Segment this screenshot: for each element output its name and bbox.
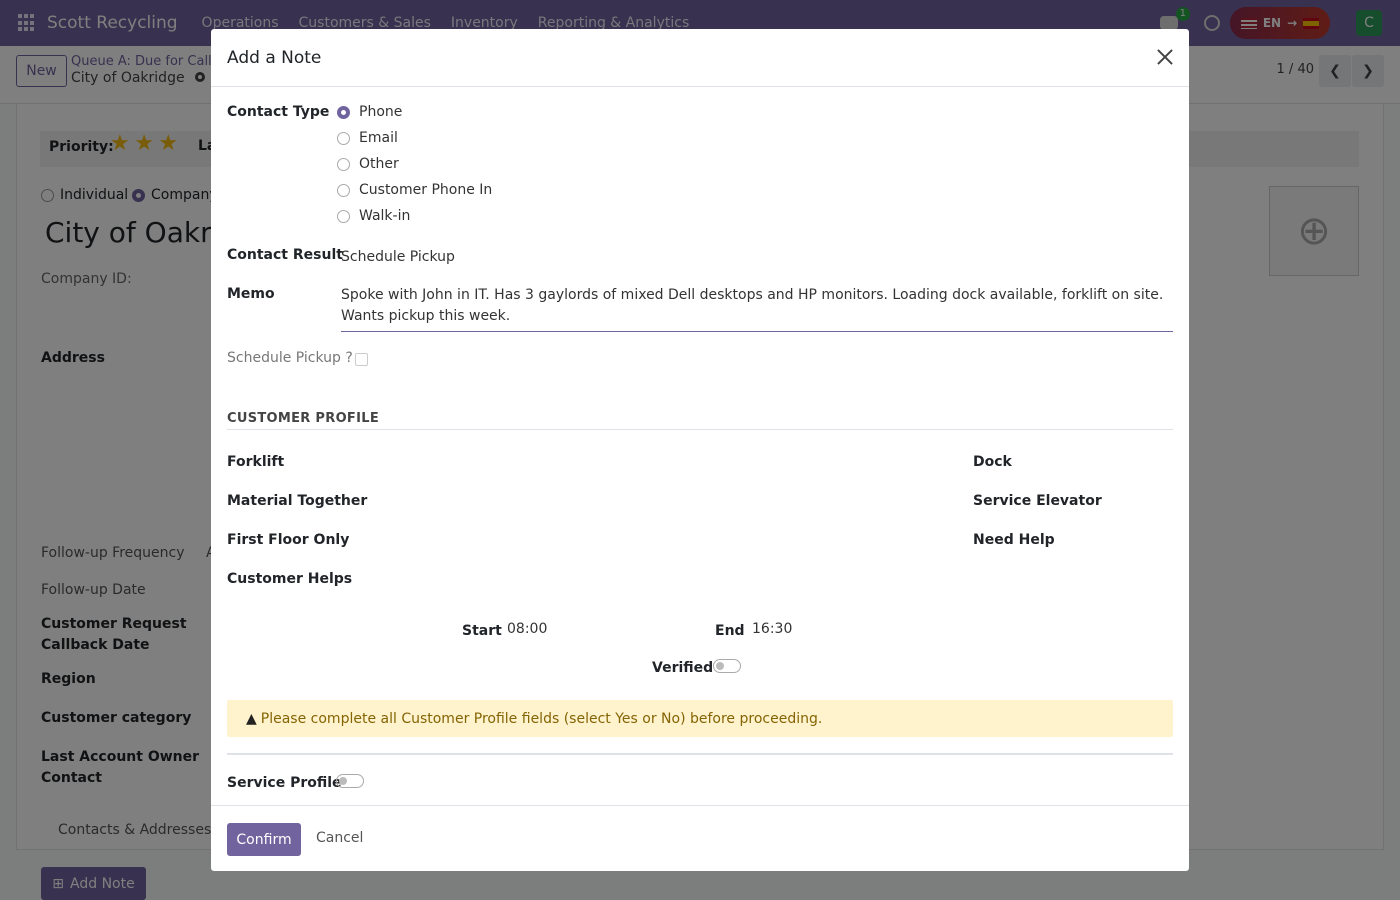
contact-result-field[interactable]: Schedule Pickup — [341, 249, 455, 265]
divider — [227, 753, 1173, 755]
need-help-label: Need Help — [973, 532, 1055, 548]
contact-result-label: Contact Result — [227, 247, 343, 263]
customer-profile-title: CUSTOMER PROFILE — [227, 411, 380, 426]
radio-customer-phone-in-label: Customer Phone In — [359, 182, 493, 198]
confirm-button[interactable]: Confirm — [227, 823, 301, 856]
modal-header: Add a Note — [211, 29, 1189, 87]
service-profile-label: Service Profile — [227, 775, 342, 791]
radio-phone-label: Phone — [359, 104, 403, 120]
schedule-pickup-label: Schedule Pickup ? — [227, 350, 353, 366]
schedule-pickup-checkbox[interactable] — [355, 353, 368, 366]
dock-label: Dock — [973, 454, 1012, 470]
verified-toggle[interactable] — [713, 659, 741, 673]
first-floor-only-label: First Floor Only — [227, 532, 350, 548]
service-profile-toggle[interactable] — [336, 774, 364, 788]
radio-walk-in-label: Walk-in — [359, 208, 411, 224]
verified-label: Verified — [652, 660, 714, 676]
contact-type-walk-in[interactable]: Walk-in — [337, 208, 410, 224]
memo-label: Memo — [227, 286, 275, 302]
profile-warning-alert: ▲ Please complete all Customer Profile f… — [227, 700, 1173, 737]
warning-icon: ▲ — [246, 710, 257, 727]
start-time-field[interactable]: 08:00 — [507, 621, 547, 637]
contact-type-label: Contact Type — [227, 104, 330, 120]
radio-phone[interactable] — [337, 105, 350, 119]
radio-email[interactable] — [337, 131, 350, 145]
end-label: End — [715, 623, 745, 639]
cancel-button[interactable]: Cancel — [316, 830, 363, 846]
contact-type-phone[interactable]: Phone — [337, 104, 402, 120]
close-icon[interactable] — [1157, 49, 1173, 65]
warning-text: Please complete all Customer Profile fie… — [260, 710, 823, 727]
customer-helps-label: Customer Helps — [227, 571, 353, 587]
modal-title: Add a Note — [227, 48, 322, 68]
radio-other-label: Other — [359, 156, 399, 172]
section-divider — [227, 429, 1173, 430]
material-together-label: Material Together — [227, 493, 368, 509]
start-label: Start — [462, 623, 502, 639]
modal-footer: Confirm Cancel — [211, 805, 1189, 871]
contact-type-email[interactable]: Email — [337, 130, 398, 146]
forklift-label: Forklift — [227, 454, 285, 470]
contact-type-other[interactable]: Other — [337, 156, 399, 172]
contact-type-customer-phone-in[interactable]: Customer Phone In — [337, 182, 492, 198]
add-note-dialog: Add a Note Contact Type Phone Email Othe… — [211, 29, 1189, 871]
radio-customer-phone-in[interactable] — [337, 183, 350, 197]
radio-walk-in[interactable] — [337, 209, 350, 223]
radio-email-label: Email — [359, 130, 398, 146]
radio-other[interactable] — [337, 157, 350, 171]
memo-field[interactable]: Spoke with John in IT. Has 3 gaylords of… — [341, 285, 1173, 332]
service-elevator-label: Service Elevator — [973, 493, 1102, 509]
end-time-field[interactable]: 16:30 — [752, 621, 792, 637]
